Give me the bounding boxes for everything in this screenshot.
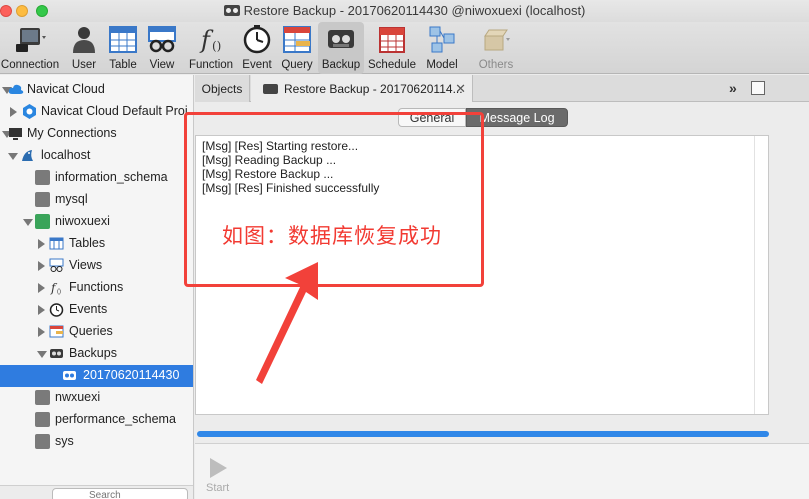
annotation-arrow xyxy=(256,262,318,384)
navicat-window: Restore Backup - 20170620114430 @niwoxue… xyxy=(0,0,809,499)
